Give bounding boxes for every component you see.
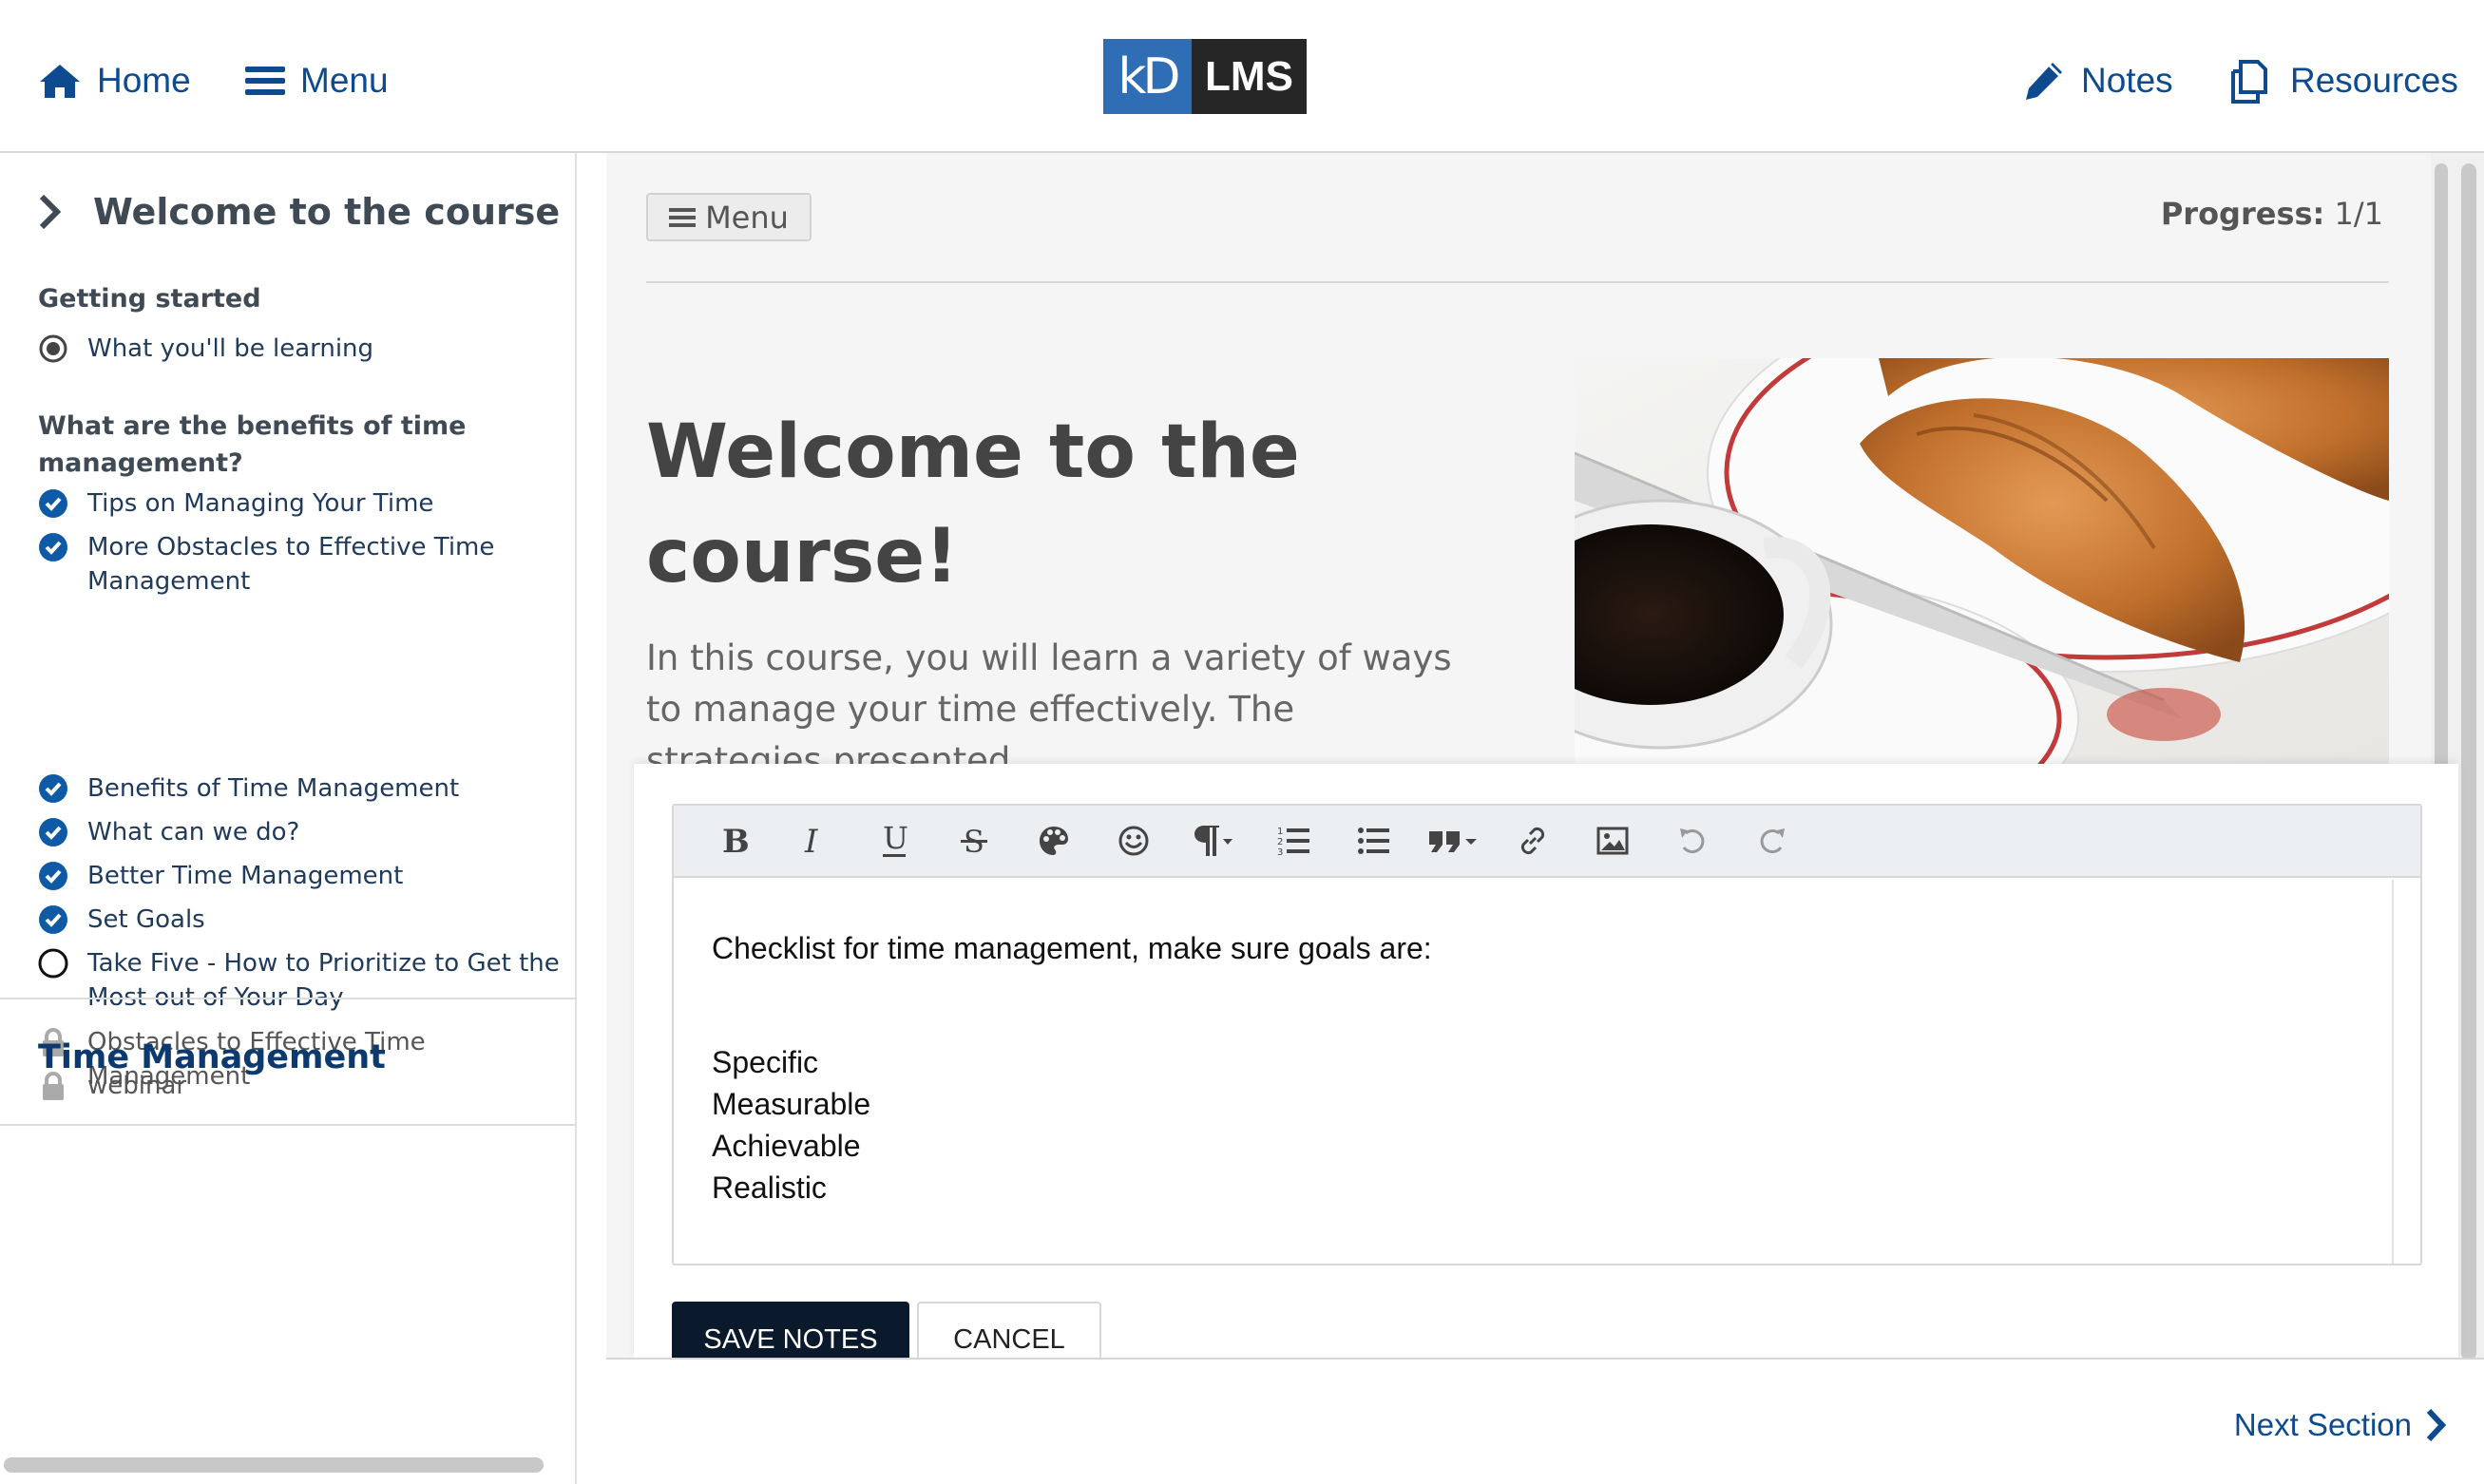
underline-icon[interactable]: U [854, 805, 934, 877]
kd-lms-logo[interactable]: kD LMS [1103, 39, 1307, 114]
bold-icon[interactable]: B [695, 805, 774, 877]
redo-icon[interactable] [1732, 805, 1812, 877]
sidebar-divider [0, 1124, 577, 1126]
group-title-getting-started: Getting started [38, 284, 261, 314]
progress-indicator: Progress: 1/1 [2161, 196, 2383, 232]
menu-link[interactable]: Menu [245, 52, 389, 109]
check-circle-icon [39, 905, 67, 934]
sidebar-item-label: Better Time Management [87, 862, 404, 890]
notes-list-item: Achievable [712, 1129, 861, 1163]
editor-scroll-divider [2392, 880, 2394, 1264]
sidebar-title-text: Welcome to the course [93, 191, 561, 233]
sidebar-item-label: What you'll be learning [87, 334, 374, 363]
sidebar-divider [0, 998, 577, 999]
notes-label: Notes [2081, 61, 2173, 100]
menu-label: Menu [300, 61, 389, 100]
resources-link[interactable]: Resources [2227, 52, 2458, 109]
undo-icon[interactable] [1653, 805, 1732, 877]
check-circle-icon [39, 489, 67, 518]
logo-kd: kD [1103, 39, 1192, 114]
italic-icon[interactable]: I [774, 805, 854, 877]
sidebar-item-set-goals[interactable]: Set Goals [38, 903, 570, 937]
svg-text:2: 2 [1277, 837, 1283, 847]
content-scrollbar-outer[interactable] [2461, 163, 2476, 1360]
svg-text:1: 1 [1277, 827, 1283, 837]
course-sidebar: Welcome to the course Getting started Wh… [0, 153, 577, 1484]
next-section-link[interactable]: Next Section [2234, 1407, 2446, 1443]
image-icon[interactable] [1573, 805, 1653, 877]
notes-text-area[interactable]: Checklist for time management, make sure… [712, 927, 1432, 1208]
check-circle-icon [39, 533, 67, 561]
lesson-footer: Next Section [606, 1358, 2484, 1484]
svg-text:B: B [722, 824, 749, 858]
svg-text:I: I [804, 824, 818, 858]
sidebar-item-what-youll-be-learning[interactable]: What you'll be learning [38, 332, 570, 366]
radio-current-icon [39, 334, 67, 363]
top-header: Home Menu kD LMS Notes Resources [0, 0, 2484, 153]
emoji-icon[interactable] [1094, 805, 1174, 877]
content-menu-label: Menu [705, 199, 789, 236]
logo-lms: LMS [1192, 39, 1307, 114]
sidebar-item-better-time[interactable]: Better Time Management [38, 859, 570, 893]
editor-toolbar: B I U S 123 [674, 806, 2420, 878]
home-link[interactable]: Home [38, 52, 191, 109]
notes-intro-line: Checklist for time management, make sure… [712, 931, 1432, 965]
notes-list-item: Realistic [712, 1170, 827, 1205]
check-circle-icon [39, 818, 67, 847]
svg-text:3: 3 [1277, 847, 1283, 857]
coffee-croissant-illustration [1575, 358, 2389, 767]
resources-label: Resources [2290, 61, 2458, 100]
sidebar-item-take-five[interactable]: Take Five - How to Prioritize to Get the… [38, 946, 570, 1015]
notes-link[interactable]: Notes [2022, 52, 2173, 109]
hero-image-coffee-croissant [1575, 358, 2389, 767]
hamburger-icon [669, 207, 697, 227]
progress-label: Progress: [2160, 196, 2325, 232]
sidebar-item-tips[interactable]: Tips on Managing Your Time [38, 486, 570, 521]
sidebar-horizontal-scrollbar[interactable] [4, 1457, 544, 1473]
copy-icon [2231, 60, 2267, 104]
palette-icon[interactable] [1014, 805, 1094, 877]
notes-panel: B I U S 123 Checklist for time managemen… [634, 764, 2458, 1378]
empty-circle-icon [38, 948, 68, 979]
paragraph-icon[interactable] [1174, 805, 1253, 877]
sidebar-item-label: Take Five - How to Prioritize to Get the… [87, 949, 560, 1012]
page-title: Welcome to the course! [646, 409, 1300, 599]
chevron-right-icon [39, 194, 61, 230]
link-icon[interactable] [1493, 805, 1573, 877]
content-menu-button[interactable]: Menu [646, 193, 812, 241]
sidebar-item-label: Set Goals [87, 905, 205, 934]
sidebar-item-label: What can we do? [87, 818, 300, 847]
sidebar-item-label: Benefits of Time Management [87, 774, 460, 803]
hamburger-icon [245, 67, 285, 95]
check-circle-icon [39, 862, 67, 890]
group-title-benefits: What are the benefits of time management… [38, 411, 467, 478]
home-icon [40, 65, 80, 98]
check-circle-icon [39, 774, 67, 803]
next-section-label: Next Section [2233, 1407, 2412, 1442]
strikethrough-icon[interactable]: S [934, 805, 1014, 877]
svg-text:U: U [883, 822, 908, 856]
quote-icon[interactable] [1413, 805, 1493, 877]
notes-list-item: Specific [712, 1045, 819, 1079]
content-divider [646, 281, 2389, 283]
sidebar-item-more-obstacles[interactable]: More Obstacles to Effective Time Managem… [38, 530, 570, 599]
notes-list-item: Measurable [712, 1087, 871, 1121]
bullet-list-icon[interactable] [1333, 805, 1413, 877]
sidebar-current-title[interactable]: Welcome to the course [38, 191, 560, 233]
ordered-list-icon[interactable]: 123 [1253, 805, 1333, 877]
sidebar-item-label: More Obstacles to Effective Time Managem… [87, 533, 495, 596]
chevron-right-icon [2426, 1408, 2446, 1442]
sidebar-item-label: Tips on Managing Your Time [87, 489, 434, 518]
home-label: Home [97, 61, 191, 100]
pencil-icon [2026, 63, 2062, 100]
progress-value: 1/1 [2334, 196, 2384, 232]
sidebar-item-what-can-we-do[interactable]: What can we do? [38, 815, 570, 849]
sidebar-item-benefits[interactable]: Benefits of Time Management [38, 771, 570, 806]
notes-editor: B I U S 123 Checklist for time managemen… [672, 804, 2422, 1265]
sidebar-section-time-management[interactable]: Time Management [38, 1038, 386, 1076]
